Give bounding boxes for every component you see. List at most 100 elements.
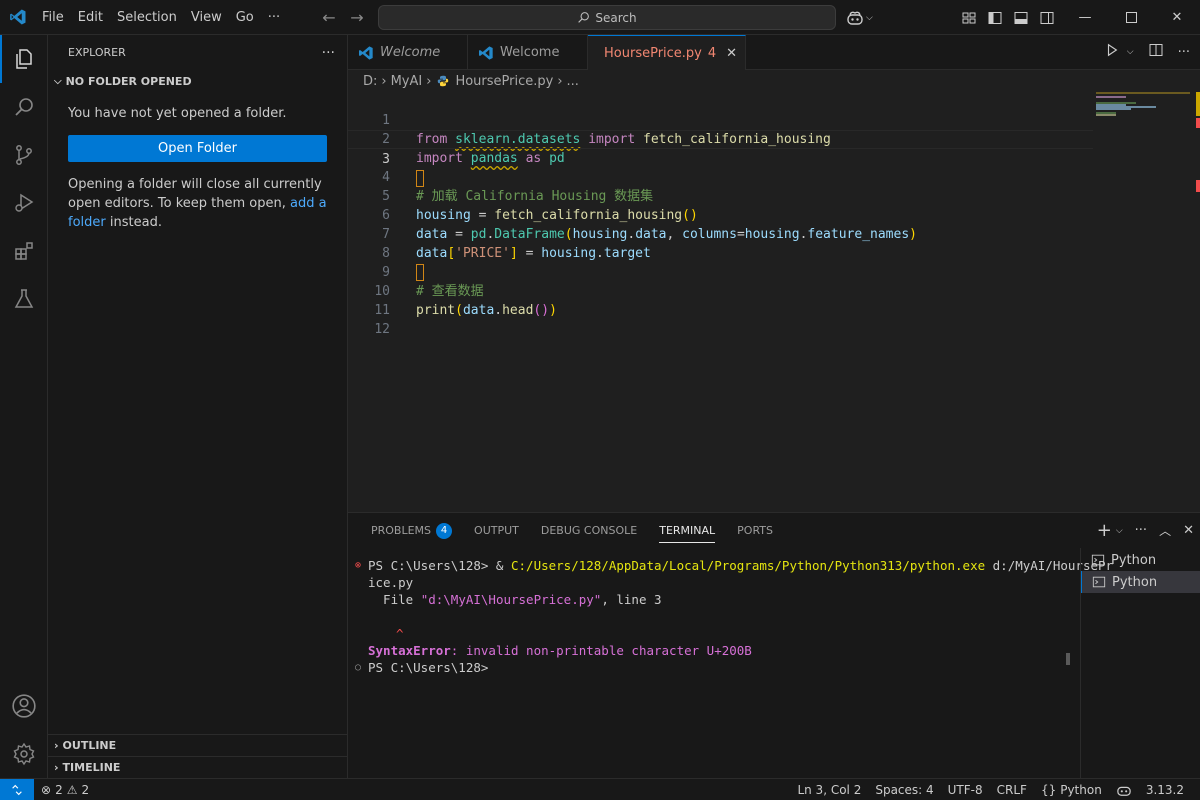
forward-arrow-icon[interactable]: → <box>346 7 368 29</box>
chevron-down-icon[interactable]: ⌵ <box>1116 526 1123 536</box>
copilot-button[interactable]: ⌵ <box>846 7 873 29</box>
code-line: 4 # 加载 California Housing 数据集 <box>348 149 1093 204</box>
breadcrumb-more[interactable]: ... <box>567 74 579 89</box>
menu-selection[interactable]: Selection <box>110 0 184 35</box>
chevron-right-icon: › <box>381 73 387 89</box>
sidebar-more-icon[interactable]: ··· <box>322 45 335 61</box>
terminal-instance-selected[interactable]: Python <box>1081 571 1200 593</box>
menu-file[interactable]: File <box>35 0 71 35</box>
search-icon[interactable] <box>0 83 48 131</box>
more-actions-icon[interactable]: ··· <box>1178 45 1190 60</box>
line-ending[interactable]: CRLF <box>990 779 1034 800</box>
minimize-icon[interactable]: — <box>1062 0 1108 35</box>
error-caret: ^ <box>396 626 404 641</box>
terminal-list: Python Python <box>1080 548 1200 779</box>
hint-text-1: Opening a folder will close all currentl… <box>68 177 322 211</box>
terminal-scrollbar[interactable] <box>1066 653 1070 665</box>
tab-debug-console[interactable]: DEBUG CONSOLE <box>530 513 648 548</box>
line-number: 12 <box>374 322 390 337</box>
source-control-icon[interactable] <box>0 131 48 179</box>
chevron-down-icon[interactable]: ⌵ <box>1127 47 1134 57</box>
minimap[interactable] <box>1093 92 1200 512</box>
terminal-line: SyntaxError: invalid non-printable chara… <box>368 642 752 659</box>
tab-output[interactable]: OUTPUT <box>463 513 530 548</box>
chevron-down-icon: ⌵ <box>54 75 62 87</box>
gear-icon[interactable] <box>0 730 48 778</box>
code-line: 5 housing = fetch_california_housing() <box>348 168 1093 223</box>
breadcrumb-folder[interactable]: MyAI <box>391 74 423 89</box>
cursor-position[interactable]: Ln 3, Col 2 <box>790 779 868 800</box>
new-terminal-icon[interactable]: + <box>1097 520 1112 541</box>
search-input[interactable]: Search <box>378 5 836 30</box>
tab-label: TERMINAL <box>659 518 716 543</box>
customize-layout-icon[interactable] <box>958 7 980 29</box>
code-line: 11 <box>348 282 1093 318</box>
tab-problems[interactable]: PROBLEMS 4 <box>360 513 463 548</box>
toggle-panel-icon[interactable] <box>1010 7 1032 29</box>
hint-text-2: instead. <box>105 215 162 230</box>
error-message: : invalid non-printable character U+200B <box>450 643 752 658</box>
terminal-label: Python <box>1111 552 1157 568</box>
menu-bar: File Edit Selection View Go ··· <box>35 0 287 35</box>
language-label: Python <box>1060 782 1102 797</box>
close-panel-icon[interactable]: ✕ <box>1183 523 1194 538</box>
split-editor-icon[interactable] <box>1148 42 1164 62</box>
menu-edit[interactable]: Edit <box>71 0 110 35</box>
code-line: 1 from sklearn.datasets import fetch_cal… <box>348 92 1093 147</box>
prompt-text: PS C:\Users\128> & <box>368 558 511 573</box>
code-line: 7 data['PRICE'] = housing.target <box>348 206 1093 261</box>
chevron-down-icon: ⌵ <box>866 13 873 23</box>
run-python-icon[interactable] <box>1105 43 1119 61</box>
breadcrumb-file[interactable]: HoursePrice.py <box>455 74 553 89</box>
more-actions-icon[interactable]: ··· <box>1135 523 1147 538</box>
no-folder-section-header[interactable]: ⌵ NO FOLDER OPENED <box>48 70 347 92</box>
indentation[interactable]: Spaces: 4 <box>868 779 940 800</box>
copilot-icon <box>847 11 863 25</box>
vscode-logo-icon[interactable] <box>0 0 35 35</box>
testing-flask-icon[interactable] <box>0 275 48 323</box>
copilot-status-icon[interactable] <box>1109 779 1139 800</box>
timeline-section-header[interactable]: › TIMELINE <box>48 756 347 778</box>
terminal-instance[interactable]: Python <box>1081 549 1200 571</box>
problems-status[interactable]: ⊗ 2 ⚠ 2 <box>34 779 96 800</box>
account-icon[interactable] <box>0 682 48 730</box>
open-folder-button[interactable]: Open Folder <box>68 135 327 162</box>
error-count: 2 <box>55 782 63 797</box>
maximize-icon[interactable] <box>1108 0 1154 35</box>
tab-welcome[interactable]: Welcome <box>468 35 588 70</box>
terminal-line: ice.py <box>368 575 414 590</box>
maximize-panel-icon[interactable]: ︿ <box>1159 522 1171 539</box>
code-line: 8 <box>348 225 1093 281</box>
tab-ports[interactable]: PORTS <box>726 513 784 548</box>
tab-hourseprice[interactable]: HoursePrice.py 4 ✕ <box>588 35 746 70</box>
breadcrumb-drive[interactable]: D: <box>363 74 377 89</box>
tab-label: PORTS <box>737 524 773 537</box>
chevron-right-icon: › <box>54 761 59 774</box>
tab-terminal[interactable]: TERMINAL <box>648 513 726 548</box>
outline-section-header[interactable]: › OUTLINE <box>48 734 347 756</box>
close-tab-icon[interactable]: ✕ <box>726 46 737 61</box>
menu-view[interactable]: View <box>184 0 229 35</box>
remote-indicator-icon[interactable] <box>0 778 34 800</box>
back-arrow-icon[interactable]: ← <box>318 7 340 29</box>
python-version[interactable]: 3.13.2 <box>1139 779 1200 800</box>
file-prefix: File <box>368 592 421 607</box>
run-debug-icon[interactable] <box>0 179 48 227</box>
menu-go[interactable]: Go <box>229 0 261 35</box>
more-menu-icon[interactable]: ··· <box>261 0 287 35</box>
explorer-icon[interactable] <box>0 35 48 83</box>
tab-label: PROBLEMS <box>371 524 432 537</box>
toggle-sidebar-icon[interactable] <box>984 7 1006 29</box>
terminal-output[interactable]: ⊗ PS C:\Users\128> & C:/Users/128/AppDat… <box>348 555 1113 775</box>
vscode-tab-icon <box>359 45 373 60</box>
tab-label: Welcome <box>500 45 560 60</box>
toggle-secondary-sidebar-icon[interactable] <box>1036 7 1058 29</box>
extensions-icon[interactable] <box>0 227 48 275</box>
close-icon[interactable]: ✕ <box>1154 0 1200 35</box>
problems-badge: 4 <box>436 522 453 539</box>
code-editor[interactable]: 1 from sklearn.datasets import fetch_cal… <box>348 92 1200 512</box>
tab-welcome-preview[interactable]: Welcome <box>348 35 468 70</box>
encoding[interactable]: UTF-8 <box>941 779 990 800</box>
language-mode[interactable]: {} Python <box>1034 779 1109 800</box>
chevron-right-icon: › <box>426 73 432 89</box>
